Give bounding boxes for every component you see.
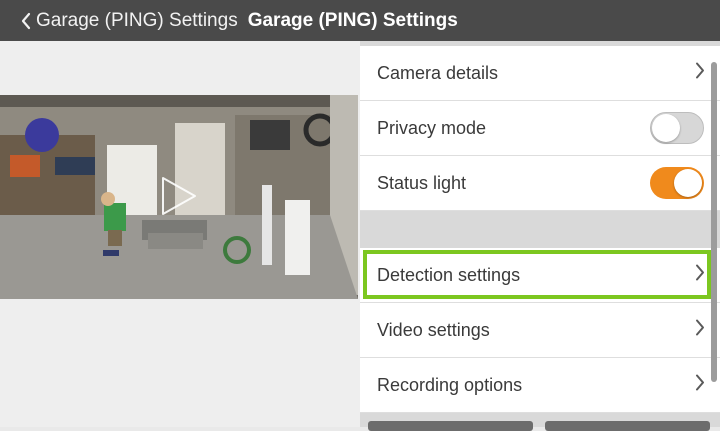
detection-settings-label: Detection settings (377, 264, 521, 285)
back-label: Garage (PING) Settings (36, 9, 238, 31)
chevron-right-icon (695, 264, 705, 287)
back-button[interactable]: Garage (PING) Settings (20, 10, 238, 32)
bottom-button-right[interactable] (545, 421, 710, 431)
privacy-mode-toggle[interactable] (650, 112, 704, 144)
camera-preview-pane (0, 41, 360, 427)
chevron-right-icon (695, 319, 705, 342)
detection-settings-row[interactable]: Detection settings (360, 248, 720, 303)
status-light-toggle[interactable] (650, 167, 704, 199)
chevron-left-icon (20, 12, 36, 30)
toggle-knob (674, 169, 702, 197)
video-settings-row[interactable]: Video settings (360, 303, 720, 358)
camera-details-label: Camera details (377, 62, 499, 83)
video-settings-label: Video settings (377, 319, 490, 340)
status-light-row: Status light (360, 156, 720, 211)
chevron-right-icon (695, 62, 705, 85)
settings-list: Camera details Privacy mode Status light… (360, 41, 720, 427)
toggle-knob (652, 114, 680, 142)
bottom-button-left[interactable] (368, 421, 533, 431)
camera-video-feed[interactable] (0, 95, 358, 299)
privacy-mode-row: Privacy mode (360, 101, 720, 156)
title-bar: Garage (PING) Settings Garage (PING) Set… (0, 0, 720, 41)
recording-options-label: Recording options (377, 374, 523, 395)
scrollbar[interactable] (711, 62, 717, 382)
chevron-right-icon (695, 374, 705, 397)
recording-options-row[interactable]: Recording options (360, 358, 720, 413)
page-title: Garage (PING) Settings (247, 9, 458, 31)
camera-details-row[interactable]: Camera details (360, 46, 720, 101)
